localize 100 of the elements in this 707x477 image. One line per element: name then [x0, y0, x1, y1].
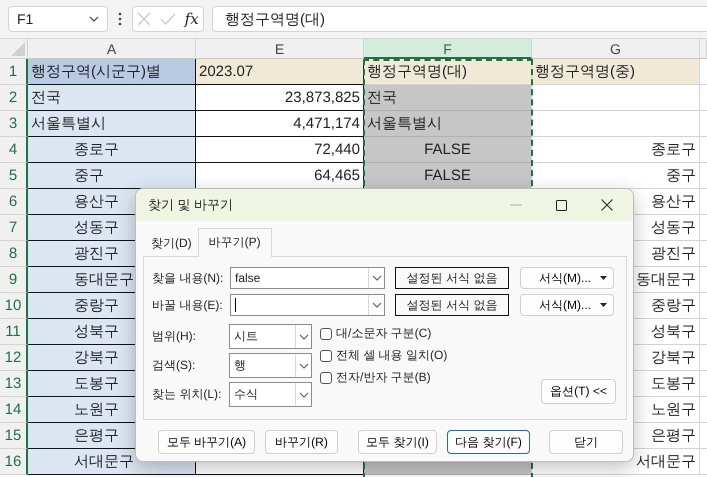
dialog-button[interactable]: 모두 바꾸기(A) — [158, 430, 255, 454]
row-header[interactable]: 14 — [0, 397, 28, 423]
chevron-icon — [372, 302, 382, 308]
table-cell: 64,465 — [314, 167, 360, 184]
table-cell: 동대문구 — [636, 271, 696, 288]
row-header[interactable]: 2 — [0, 85, 28, 111]
input-field[interactable] — [230, 294, 385, 316]
column-header[interactable]: E — [196, 39, 364, 59]
check-icon[interactable] — [160, 13, 176, 25]
column-header[interactable]: A — [28, 39, 196, 59]
dropdown[interactable]: 수식 — [229, 382, 312, 407]
dialog-button[interactable]: 다음 찾기(F) — [447, 430, 530, 454]
table-cell: 성동구 — [651, 219, 696, 236]
row-header[interactable]: 7 — [0, 215, 28, 241]
table-cell: 2023.07 — [199, 63, 254, 80]
table-cell: 행정구역명(중) — [535, 63, 635, 80]
table-cell: 전국 — [31, 89, 61, 106]
table-cell: 용산구 — [74, 193, 119, 210]
row-header[interactable]: 10 — [0, 293, 28, 319]
table-cell: 강북구 — [651, 349, 696, 366]
chevron-icon — [298, 362, 308, 368]
table-cell: 성북구 — [651, 323, 696, 340]
table-cell: 은평구 — [74, 427, 119, 444]
chevron-icon — [298, 334, 308, 340]
table-cell: 성동구 — [74, 219, 119, 236]
table-cell: 중랑구 — [651, 297, 696, 314]
table-cell: 광진구 — [74, 245, 119, 262]
field-label: 바꿀 내용(E): — [152, 296, 224, 314]
row-header[interactable]: 13 — [0, 371, 28, 397]
table-cell: 23,873,825 — [284, 89, 360, 106]
table-cell: 전국 — [367, 89, 397, 106]
table-cell: 서울특별시 — [31, 115, 106, 132]
checkbox-label: 대/소문자 구분(C) — [336, 325, 432, 342]
format-button[interactable]: 서식(M)... — [520, 294, 614, 316]
table-cell: 광진구 — [651, 245, 696, 262]
chevron-icon — [89, 16, 99, 22]
row-header[interactable]: 15 — [0, 423, 28, 449]
checkbox[interactable] — [320, 372, 332, 384]
chevron-icon — [372, 275, 382, 281]
column-header[interactable]: G — [532, 39, 700, 59]
table-cell: 노원구 — [651, 401, 696, 418]
row-header[interactable]: 16 — [0, 449, 28, 475]
field-label: 찾을 내용(N): — [152, 270, 224, 286]
row-header[interactable]: 5 — [0, 163, 28, 189]
table-cell: 노원구 — [74, 401, 119, 418]
dialog-button[interactable]: 닫기 — [549, 430, 623, 454]
dropdown[interactable]: 행 — [229, 353, 312, 378]
dialog-button[interactable]: 바꾸기(R) — [265, 430, 338, 454]
table-cell: 행정구역명(대) — [367, 63, 467, 80]
table-cell: 은평구 — [651, 427, 696, 444]
formula-field[interactable]: 행정구역명(대) — [212, 6, 707, 32]
dropdown[interactable]: 시트 — [229, 324, 312, 349]
table-cell: 도봉구 — [651, 375, 696, 392]
row-header[interactable]: 1 — [0, 59, 28, 85]
row-header[interactable]: 8 — [0, 241, 28, 267]
option-label: 범위(H): — [152, 328, 197, 345]
name-box[interactable]: F1 — [8, 6, 108, 32]
table-cell: 72,440 — [314, 141, 360, 158]
checkbox[interactable] — [320, 328, 332, 340]
dropdown-icon — [600, 303, 607, 307]
checkbox-label: 전체 셀 내용 일치(O) — [336, 347, 448, 364]
option-label: 검색(S): — [152, 357, 196, 374]
table-cell: 종로구 — [651, 141, 696, 158]
dropdown-icon — [600, 276, 607, 280]
row-header[interactable]: 12 — [0, 345, 28, 371]
insert-function-button[interactable]: fx — [184, 10, 199, 28]
dialog-tab[interactable]: 찾기(D) — [143, 232, 198, 256]
row-header[interactable]: 3 — [0, 111, 28, 137]
row-header[interactable]: 9 — [0, 267, 28, 293]
more-icon[interactable] — [118, 12, 122, 26]
checkbox[interactable] — [320, 350, 332, 362]
table-cell: FALSE — [424, 167, 471, 184]
row-header[interactable]: 4 — [0, 137, 28, 163]
table-cell: 강북구 — [74, 349, 119, 366]
table-cell: 중구 — [666, 167, 696, 184]
table-cell: 중랑구 — [74, 297, 119, 314]
table-cell: 동대문구 — [74, 271, 134, 288]
checkbox-label: 전자/반자 구분(B) — [336, 369, 431, 386]
dialog-button[interactable]: 모두 찾기(I) — [358, 430, 437, 454]
close-icon[interactable] — [601, 199, 613, 211]
format-button[interactable]: 서식(M)... — [520, 267, 614, 289]
maximize-icon[interactable] — [556, 200, 567, 210]
row-header[interactable]: 6 — [0, 189, 28, 215]
format-preview: 설정된 서식 없음 — [395, 294, 509, 316]
option-label: 찾는 위치(L): — [152, 386, 222, 403]
column-header[interactable]: F — [364, 39, 532, 59]
input-field[interactable]: false — [230, 267, 385, 289]
row-header[interactable]: 11 — [0, 319, 28, 345]
table-cell: 서대문구 — [74, 453, 134, 470]
table-cell: 행정구역(시군구)별 — [31, 63, 161, 80]
table-cell: 도봉구 — [74, 375, 119, 392]
dialog-tab[interactable]: 바꾸기(P) — [198, 228, 272, 257]
table-cell: 종로구 — [74, 141, 119, 158]
chevron-icon — [298, 392, 308, 398]
table-cell: 서울특별시 — [367, 115, 442, 132]
dialog-title: 찾기 및 바꾸기 — [148, 196, 234, 214]
table-cell: FALSE — [424, 141, 471, 158]
table-cell: 중구 — [74, 167, 104, 184]
options-button[interactable]: 옵션(T) << — [541, 379, 616, 404]
table-cell: 성북구 — [74, 323, 119, 340]
